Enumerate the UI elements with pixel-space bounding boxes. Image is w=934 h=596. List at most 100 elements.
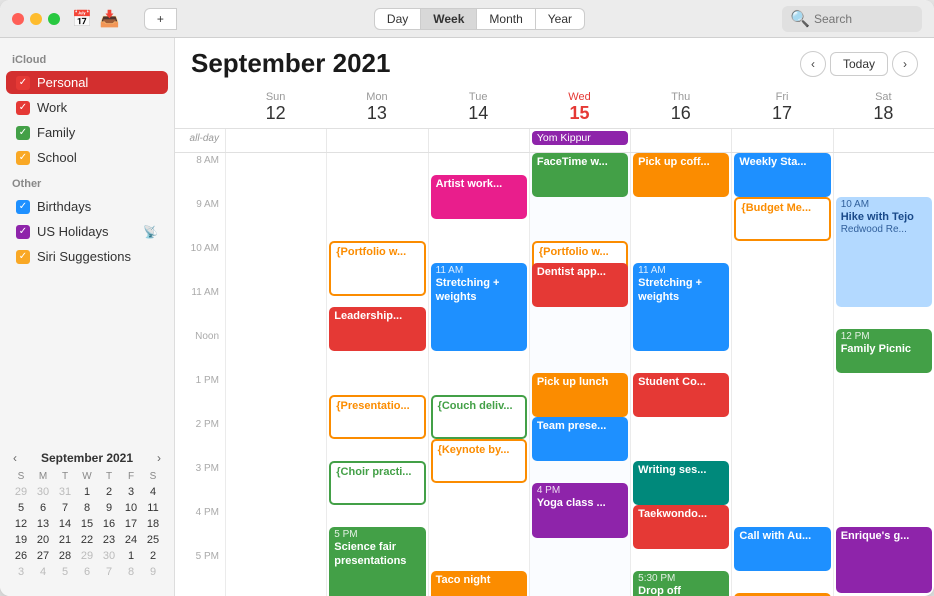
mini-cal-day[interactable]: 21 — [54, 532, 76, 548]
event-weekly-standup[interactable]: Weekly Sta... — [734, 153, 830, 197]
event-call-with[interactable]: Call with Au... — [734, 527, 830, 571]
mini-cal-day[interactable]: 30 — [32, 484, 54, 500]
event-facetime[interactable]: FaceTime w... — [532, 153, 628, 197]
mini-cal-day[interactable]: 10 — [120, 500, 142, 516]
mini-cal-day[interactable]: 15 — [76, 516, 98, 532]
mini-cal-day[interactable]: 27 — [32, 548, 54, 564]
mini-cal-day[interactable]: 8 — [120, 564, 142, 580]
event-taco-night[interactable]: Taco night — [431, 571, 527, 596]
event-hike[interactable]: 10 AM Hike with Tejo Redwood Re... — [836, 197, 932, 307]
mini-cal-day[interactable]: 14 — [54, 516, 76, 532]
mini-cal-day[interactable]: 31 — [54, 484, 76, 500]
event-pickup-lunch[interactable]: Pick up lunch — [532, 373, 628, 417]
event-presentation-mon[interactable]: {Presentatio... — [329, 395, 425, 439]
mini-cal-day[interactable]: 2 — [142, 548, 164, 564]
mini-cal-day[interactable]: 20 — [32, 532, 54, 548]
event-writing[interactable]: Writing ses... — [633, 461, 729, 505]
sidebar-item-birthdays[interactable]: ✓ Birthdays — [6, 195, 168, 218]
event-leadership[interactable]: Leadership... — [329, 307, 425, 351]
mini-cal-day[interactable]: 30 — [98, 548, 120, 564]
today-button[interactable]: Today — [830, 52, 888, 76]
cal-next-button[interactable]: › — [892, 51, 918, 77]
mini-cal-day[interactable]: 5 — [10, 500, 32, 516]
event-team-pres[interactable]: Team prese... — [532, 417, 628, 461]
event-portfolio-mon[interactable]: {Portfolio w... — [329, 241, 425, 296]
mini-cal-day[interactable]: 4 — [32, 564, 54, 580]
event-choir[interactable]: {Choir practi... — [329, 461, 425, 505]
mini-cal-day[interactable]: 13 — [32, 516, 54, 532]
event-student-co[interactable]: Student Co... — [633, 373, 729, 417]
day-header-wed: Wed 15 — [529, 85, 630, 128]
event-stretching-thu[interactable]: 11 AM Stretching + weights — [633, 263, 729, 351]
event-stretching-tue[interactable]: 11 AM Stretching + weights — [431, 263, 527, 351]
sidebar-item-work[interactable]: ✓ Work — [6, 96, 168, 119]
tab-week[interactable]: Week — [421, 8, 477, 30]
allday-event-yomkippur[interactable]: Yom Kippur — [532, 131, 628, 145]
mini-cal-day[interactable]: 9 — [98, 500, 120, 516]
event-couch[interactable]: {Couch deliv... — [431, 395, 527, 439]
sidebar-item-personal[interactable]: ✓ Personal — [6, 71, 168, 94]
event-artist-work[interactable]: Artist work... — [431, 175, 527, 219]
mini-cal-day[interactable]: 23 — [98, 532, 120, 548]
event-enriques[interactable]: Enrique's g... — [836, 527, 932, 593]
mini-cal-day[interactable]: 7 — [98, 564, 120, 580]
mini-cal-day[interactable]: 17 — [120, 516, 142, 532]
mini-cal-next[interactable]: › — [154, 451, 164, 465]
event-taekwondo[interactable]: Taekwondo... — [633, 505, 729, 549]
search-box[interactable]: 🔍 — [782, 6, 922, 32]
inbox-icon[interactable]: 📥 — [100, 9, 120, 29]
event-title: Pick up coff... — [638, 155, 724, 169]
mini-cal-day[interactable]: 6 — [76, 564, 98, 580]
mini-cal-day[interactable]: 29 — [10, 484, 32, 500]
mini-cal-day[interactable]: 19 — [10, 532, 32, 548]
sidebar-item-us-holidays[interactable]: ✓ US Holidays 📡 — [6, 220, 168, 243]
mini-cal-day[interactable]: 16 — [98, 516, 120, 532]
mini-cal-day[interactable]: 3 — [10, 564, 32, 580]
mini-cal-day[interactable]: 7 — [54, 500, 76, 516]
minimize-button[interactable] — [30, 13, 42, 25]
mini-cal-day[interactable]: 25 — [142, 532, 164, 548]
mini-cal-day[interactable]: 1 — [76, 484, 98, 500]
event-family-picnic[interactable]: 12 PM Family Picnic — [836, 329, 932, 373]
mini-cal-day[interactable]: 24 — [120, 532, 142, 548]
mini-cal-day[interactable]: 8 — [76, 500, 98, 516]
mini-cal-day[interactable]: 9 — [142, 564, 164, 580]
add-button[interactable]: + — [144, 8, 177, 30]
mini-cal-day[interactable]: 2 — [98, 484, 120, 500]
tab-month[interactable]: Month — [477, 8, 535, 30]
mini-cal-day[interactable]: 26 — [10, 548, 32, 564]
event-science-fair[interactable]: 5 PM Science fair presentations — [329, 527, 425, 596]
mini-cal-day[interactable]: 1 — [120, 548, 142, 564]
event-keynote[interactable]: {Keynote by... — [431, 439, 527, 483]
mini-cal-day[interactable]: 12 — [10, 516, 32, 532]
mini-cal-prev[interactable]: ‹ — [10, 451, 20, 465]
search-input[interactable] — [814, 12, 914, 26]
cal-prev-button[interactable]: ‹ — [800, 51, 826, 77]
event-title: {Keynote by... — [438, 443, 520, 457]
mini-cal-day[interactable]: 4 — [142, 484, 164, 500]
mini-cal-day[interactable]: 22 — [76, 532, 98, 548]
event-dentist[interactable]: Dentist app... — [532, 263, 628, 307]
sidebar-item-siri[interactable]: ✓ Siri Suggestions — [6, 245, 168, 268]
event-yoga[interactable]: 4 PM Yoga class ... — [532, 483, 628, 538]
sidebar-item-label: Personal — [37, 75, 88, 90]
tab-day[interactable]: Day — [374, 8, 421, 30]
close-button[interactable] — [12, 13, 24, 25]
tab-year[interactable]: Year — [536, 8, 585, 30]
fullscreen-button[interactable] — [48, 13, 60, 25]
calendar-icon[interactable]: 📅 — [72, 9, 92, 29]
mini-cal-day[interactable]: 5 — [54, 564, 76, 580]
event-pickup-coffee[interactable]: Pick up coff... — [633, 153, 729, 197]
event-dropoff-grandma[interactable]: 5:30 PM Drop off Grandma... — [633, 571, 729, 596]
event-budget[interactable]: {Budget Me... — [734, 197, 830, 241]
mini-cal-day[interactable]: 28 — [54, 548, 76, 564]
time-grid[interactable]: 8 AM 9 AM 10 AM 11 AM Noon 1 PM 2 PM 3 P… — [175, 153, 934, 596]
mini-cal-day[interactable]: 11 — [142, 500, 164, 516]
sidebar-item-family[interactable]: ✓ Family — [6, 121, 168, 144]
mini-cal-day[interactable]: 6 — [32, 500, 54, 516]
sidebar-item-school[interactable]: ✓ School — [6, 146, 168, 169]
mini-cal-day[interactable]: 18 — [142, 516, 164, 532]
mini-cal-day[interactable]: 3 — [120, 484, 142, 500]
allday-cell-wed[interactable]: Yom Kippur — [529, 129, 630, 152]
mini-cal-day[interactable]: 29 — [76, 548, 98, 564]
